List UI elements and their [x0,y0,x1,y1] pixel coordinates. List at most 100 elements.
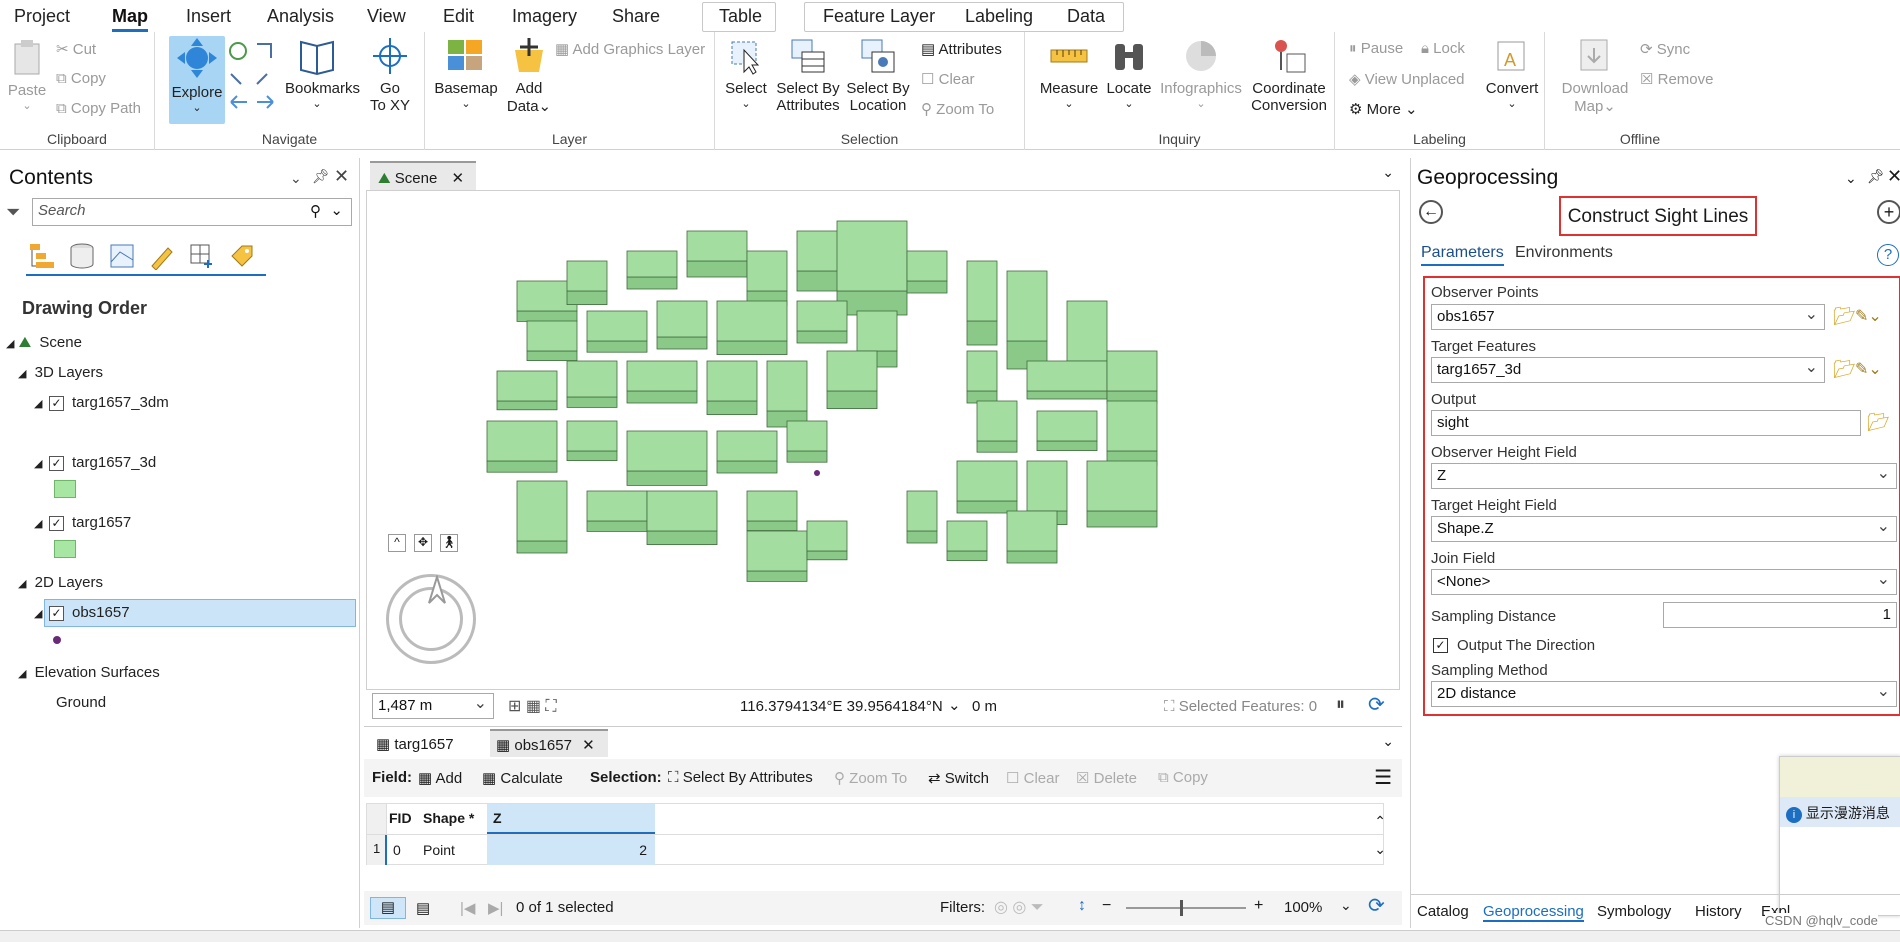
close-tab-icon[interactable]: ✕ [582,737,595,754]
target-height-select[interactable]: Shape.Z [1431,516,1897,542]
cell-fid[interactable]: 0 [393,842,401,858]
contents-search-input[interactable]: Search ⚲ ⌄ [32,198,352,226]
lock-labeling-button[interactable]: 🔒︎ Lock [1421,40,1465,57]
add-field-button[interactable]: ▦ Add [418,769,462,787]
sampling-distance-input[interactable]: 1 [1663,602,1897,628]
bottom-tab-catalog[interactable]: Catalog [1417,903,1469,920]
join-field-select[interactable]: <None> [1431,569,1897,595]
cell-shape[interactable]: Point [423,842,455,858]
scene-3d-view[interactable] [366,190,1400,690]
coordinate-conversion-button[interactable]: Coordinate Conversion [1247,36,1331,114]
tab-share[interactable]: Share [612,6,660,27]
output-direction-checkbox[interactable]: ✓ [1433,638,1448,653]
table-select-by-attributes-button[interactable]: ⛶ Select By Attributes [668,769,813,786]
move-icon[interactable]: ↕ [1078,897,1086,915]
table-vertical-scrollbar[interactable]: ⌃ ⌄ [1374,807,1386,863]
tree-layer-targ1657[interactable]: ◢ [34,514,42,531]
edit-pencil-icon[interactable]: ✎⌄ [1855,306,1882,326]
table-copy-button[interactable]: ⧉ Copy [1158,769,1208,786]
notification-message[interactable]: i 显示漫游消息 [1780,797,1900,827]
pause-drawing-button[interactable]: ⏸ [1336,694,1345,715]
tab-labeling[interactable]: Labeling [965,6,1033,27]
pin-icon[interactable]: 📌︎ [1867,168,1885,185]
copy-path-button[interactable]: ⧉ Copy Path [56,100,141,117]
column-header-z[interactable]: Z [487,804,655,834]
table-clear-button[interactable]: ☐ Clear [1006,769,1059,787]
zoom-to-selection-button[interactable]: ⚲ Zoom To [921,100,994,118]
chevron-down-icon[interactable]: ⌄ [1382,733,1394,750]
point-symbol[interactable] [53,636,61,644]
back-icon[interactable]: ← [1419,200,1443,224]
observer-point[interactable] [814,470,820,476]
layer-label[interactable]: targ1657_3d [72,454,156,471]
select-by-attributes-button[interactable]: Select By Attributes [775,36,841,114]
calculate-field-button[interactable]: ▦ Calculate [482,769,563,787]
layer-symbol-swatch[interactable] [54,480,76,498]
convert-button[interactable]: A Convert ⌄ [1485,36,1539,110]
remove-button[interactable]: ☒ Remove [1640,70,1713,88]
navigate-tools-icon[interactable] [227,40,277,120]
tree-group-elevation[interactable]: ◢ Elevation Surfaces [18,664,160,681]
close-icon[interactable]: ✕ [1887,166,1900,187]
tree-item-scene[interactable]: ◢ ⛰ Scene [6,334,82,351]
bottom-tab-history[interactable]: History [1695,903,1742,920]
layer-visibility-checkbox[interactable]: ✓ [49,456,64,471]
bottom-tab-geoprocessing[interactable]: Geoprocessing [1483,903,1584,922]
context-tab-table[interactable]: Table [702,2,776,32]
zoom-in-button[interactable]: + [1254,897,1263,915]
data-source-icon[interactable] [68,242,96,270]
attributes-button[interactable]: ▤ Attributes [921,40,1002,58]
table-zoom-level[interactable]: 100% [1284,899,1322,916]
locate-button[interactable]: Locate ⌄ [1103,36,1155,110]
selection-view-icon[interactable] [108,242,136,270]
copy-button[interactable]: ⧉ Copy [56,70,106,87]
go-to-xy-button[interactable]: Go To XY [365,36,415,114]
table-delete-button[interactable]: ☒ Delete [1076,769,1137,787]
editing-view-icon[interactable] [148,242,176,270]
target-features-select[interactable]: targ1657_3d [1431,357,1825,383]
close-icon[interactable]: ✕ [334,166,349,187]
full-extent-button[interactable]: ✥ [414,534,432,552]
cut-button[interactable]: ✂ Cut [56,40,96,58]
snapping-view-icon[interactable] [188,242,216,270]
browse-folder-icon[interactable]: 📂︎ [1833,306,1856,327]
layer-visibility-checkbox[interactable]: ✓ [49,516,64,531]
tree-item-ground[interactable]: Ground [56,694,106,711]
nav-up-button[interactable]: ^ [388,534,406,552]
table-row[interactable]: 1 0 Point 2 [367,834,1383,865]
pane-options-icon[interactable]: ⌄ [290,170,302,187]
switch-selection-button[interactable]: ⇄ Switch [928,769,989,787]
tab-scene[interactable]: ⛰ Scene ✕ [370,161,476,191]
pause-labeling-button[interactable]: ⏸ Pause [1349,40,1403,57]
observer-points-select[interactable]: obs1657 [1431,304,1825,330]
layer-symbol-swatch[interactable] [54,540,76,558]
tree-group-2d-layers[interactable]: ◢ 2D Layers [18,574,103,591]
browse-folder-icon[interactable]: 📂︎ [1867,412,1890,433]
table-tab-targ1657[interactable]: ▦ targ1657 [372,729,482,757]
bookmarks-button[interactable]: Bookmarks ⌄ [285,36,360,110]
tab-edit[interactable]: Edit [443,6,474,27]
edit-pencil-icon[interactable]: ✎⌄ [1855,359,1882,379]
tab-imagery[interactable]: Imagery [512,6,577,27]
more-labeling-button[interactable]: ⚙ More ⌄ [1349,100,1418,118]
tab-environments[interactable]: Environments [1515,244,1613,262]
filter-icons[interactable]: ◎ ◎ ⏷ [994,897,1044,917]
paste-button[interactable]: Paste ⌄ [6,38,48,112]
infographics-button[interactable]: Infographics ⌄ [1159,36,1243,110]
sync-button[interactable]: ⟳ Sync [1640,40,1690,58]
zoom-slider[interactable] [1126,900,1246,916]
tab-view[interactable]: View [367,6,406,27]
select-by-location-button[interactable]: Select By Location [845,36,911,114]
add-icon[interactable]: + [1877,200,1900,224]
clear-selection-button[interactable]: ☐ Clear [921,70,974,88]
add-graphics-layer-button[interactable]: ▦ Add Graphics Layer [555,40,705,58]
filter-icon[interactable]: ⏷ [6,202,20,223]
zoom-out-button[interactable]: − [1102,897,1111,915]
close-tab-icon[interactable]: ✕ [452,170,465,187]
table-menu-icon[interactable]: ☰ [1374,765,1392,790]
walk-mode-button[interactable]: 🚶︎ [440,534,458,552]
cell-z[interactable]: 2 [487,835,655,865]
tree-group-3d-layers[interactable]: ◢ 3D Layers [18,364,103,381]
drawing-order-icon[interactable] [28,242,56,270]
tab-parameters[interactable]: Parameters [1421,244,1504,266]
